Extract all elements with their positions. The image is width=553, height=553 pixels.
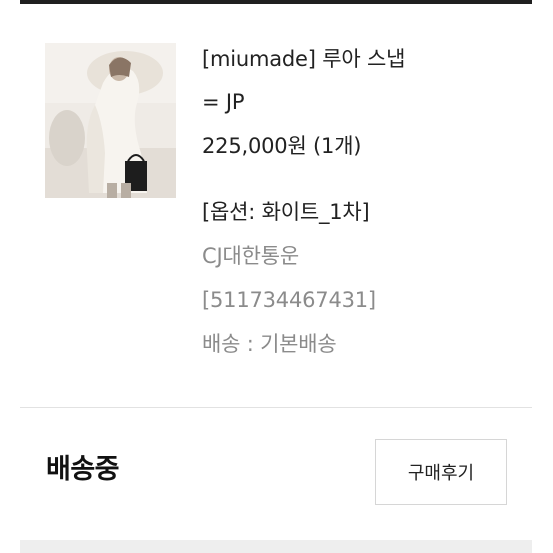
price-quantity: 225,000원 (1개) xyxy=(202,134,362,158)
write-review-button[interactable]: 구매후기 xyxy=(375,439,507,505)
bottom-separator xyxy=(20,540,532,553)
tracking-number[interactable]: [511734467431] xyxy=(202,286,376,314)
shipping-method: 배송 : 기본배송 xyxy=(202,332,337,356)
product-name-continued[interactable]: = JP xyxy=(202,88,245,116)
order-status: 배송중 xyxy=(46,454,120,485)
top-divider xyxy=(20,0,532,4)
section-divider xyxy=(20,407,532,408)
order-item-card: [miumade] 루아 스냅 = JP 225,000원 (1개) [옵션: … xyxy=(0,0,553,553)
product-option: [옵션: 화이트_1차] xyxy=(202,200,370,224)
product-thumbnail[interactable] xyxy=(45,43,176,198)
courier-name: CJ대한통운 xyxy=(202,244,299,268)
product-name[interactable]: [miumade] 루아 스냅 xyxy=(202,45,405,73)
